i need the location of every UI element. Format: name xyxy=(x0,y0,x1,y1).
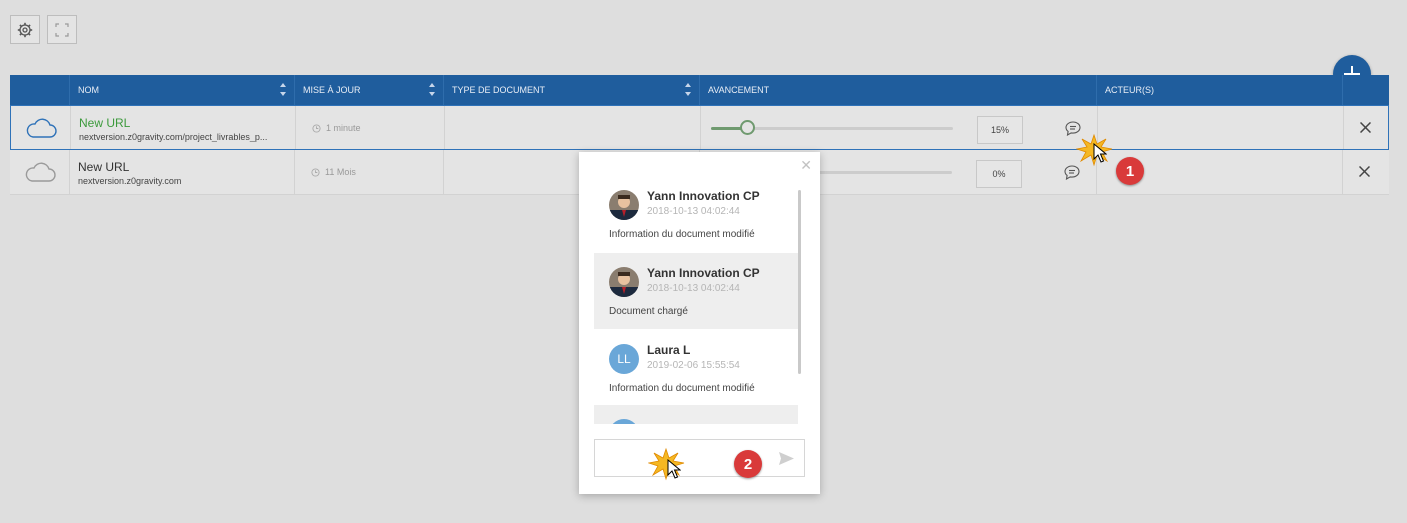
column-label: Nom xyxy=(78,85,99,95)
avatar: LL xyxy=(609,344,639,374)
updated-text: 11 Mois xyxy=(325,167,356,177)
mouse-cursor-icon xyxy=(667,459,681,479)
progress-slider[interactable] xyxy=(711,120,953,135)
actors-cell[interactable] xyxy=(1097,106,1343,149)
column-label: Type de document xyxy=(452,85,546,95)
document-name[interactable]: New URL xyxy=(79,116,130,130)
table-header: Nom Mise à jour Type de document Avancem… xyxy=(10,75,1389,105)
slider-handle[interactable] xyxy=(740,120,756,135)
column-label: Acteur(s) xyxy=(1105,85,1154,95)
column-header-actions xyxy=(1342,75,1389,105)
progress-value[interactable]: 15% xyxy=(977,116,1023,144)
documents-table: Nom Mise à jour Type de document Avancem… xyxy=(10,75,1389,195)
column-label: Avancement xyxy=(708,85,770,95)
comment-author: Yann Innovation CP xyxy=(647,189,760,203)
step-badge-2: 2 xyxy=(734,450,762,478)
list-item: Yann Innovation CP 2018-10-13 04:02:44 I… xyxy=(594,176,798,252)
list-item: Yann Innovation CP 2018-10-13 04:02:44 D… xyxy=(594,253,798,329)
clock-icon xyxy=(311,167,320,177)
feed-scrollbar[interactable] xyxy=(798,190,801,374)
document-url[interactable]: nextversion.z0gravity.com xyxy=(78,176,290,186)
cloud-icon xyxy=(25,162,56,182)
document-name[interactable]: New URL xyxy=(78,160,129,174)
column-header-nom[interactable]: Nom xyxy=(69,75,294,105)
fullscreen-button[interactable] xyxy=(47,15,77,44)
column-header-mise-a-jour[interactable]: Mise à jour xyxy=(294,75,443,105)
comment-message: Document chargé xyxy=(609,306,688,317)
close-icon[interactable] xyxy=(1360,122,1371,133)
mouse-cursor-icon xyxy=(1093,143,1107,163)
column-label: Mise à jour xyxy=(303,85,361,95)
step-badge-1: 1 xyxy=(1116,157,1144,185)
avatar xyxy=(609,267,639,297)
type-cell[interactable] xyxy=(444,106,700,149)
progress-cell: 15% xyxy=(700,106,1097,149)
expand-icon xyxy=(55,22,69,37)
comment-author: Laura L xyxy=(647,343,691,357)
updated-info: 1 minute xyxy=(312,123,361,133)
column-header-acteurs: Acteur(s) xyxy=(1096,75,1342,105)
sort-icon[interactable] xyxy=(429,83,435,96)
comment-author: Yann Innovation CP xyxy=(647,266,760,280)
document-url[interactable]: nextversion.z0gravity.com/project_livrab… xyxy=(79,132,291,142)
name-cell[interactable]: New URL nextversion.z0gravity.com/projec… xyxy=(70,106,295,149)
list-item: LL Laura L 2019-02-06 15:55:54 Informati… xyxy=(594,330,798,406)
cloud-icon xyxy=(26,118,57,138)
updated-cell: 1 minute xyxy=(295,106,444,149)
avatar xyxy=(609,190,639,220)
comment-message: Information du document modifié xyxy=(609,383,755,394)
table-row[interactable]: New URL nextversion.z0gravity.com/projec… xyxy=(10,105,1389,150)
comment-feed: Yann Innovation CP 2018-10-13 04:02:44 I… xyxy=(594,176,801,424)
cloud-cell xyxy=(11,106,70,149)
avatar xyxy=(609,419,639,424)
column-header-type-document[interactable]: Type de document xyxy=(443,75,699,105)
comment-date: 2018-10-13 04:02:44 xyxy=(647,283,740,294)
actions-cell xyxy=(1343,106,1390,149)
progress-value[interactable]: 0% xyxy=(976,160,1022,188)
comment-input[interactable] xyxy=(594,439,805,477)
comment-icon[interactable] xyxy=(1064,165,1080,180)
updated-info: 11 Mois xyxy=(311,167,356,177)
updated-cell: 11 Mois xyxy=(294,150,443,194)
comment-message: Information du document modifié xyxy=(609,229,755,240)
column-header-icon xyxy=(10,75,69,105)
clock-icon xyxy=(312,123,321,133)
comments-popup: ✕ Yann Innovation CP 2018-10-13 04:02:44… xyxy=(579,152,820,494)
sort-icon[interactable] xyxy=(280,83,286,96)
name-cell[interactable]: New URL nextversion.z0gravity.com xyxy=(69,150,294,194)
close-icon[interactable] xyxy=(1359,166,1370,177)
send-icon[interactable] xyxy=(778,451,795,466)
comment-date: 2018-10-13 04:02:44 xyxy=(647,206,740,217)
actions-cell xyxy=(1342,150,1389,194)
updated-text: 1 minute xyxy=(326,123,361,133)
list-item xyxy=(594,405,798,424)
settings-button[interactable] xyxy=(10,15,40,44)
close-icon[interactable]: ✕ xyxy=(800,157,812,174)
sort-icon[interactable] xyxy=(685,83,691,96)
cloud-cell xyxy=(10,150,69,194)
comment-date: 2019-02-06 15:55:54 xyxy=(647,360,740,371)
gear-icon xyxy=(17,22,33,37)
column-header-avancement: Avancement xyxy=(699,75,1096,105)
